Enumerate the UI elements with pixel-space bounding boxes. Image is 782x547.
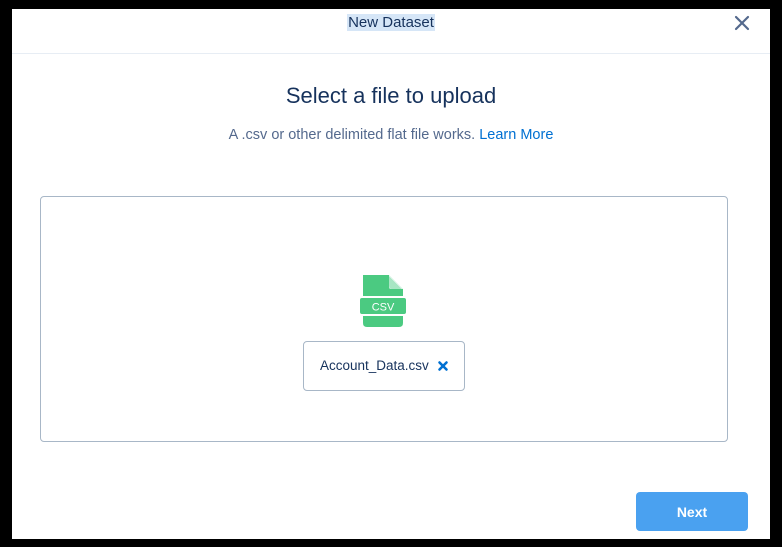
modal-title-text: New Dataset xyxy=(347,14,435,31)
remove-file-button[interactable] xyxy=(436,359,450,373)
description-text: A .csv or other delimited flat file work… xyxy=(228,127,476,143)
selected-file-pill: Account_Data.csv xyxy=(303,341,465,391)
file-dropzone[interactable]: CSV Account_Data.csv xyxy=(40,196,728,442)
upload-heading: Select a file to upload xyxy=(285,83,497,108)
next-button[interactable]: Next xyxy=(636,492,748,531)
remove-file-icon xyxy=(438,361,448,371)
modal-title: New Dataset xyxy=(12,13,770,33)
csv-file-icon: CSV xyxy=(359,275,408,327)
csv-icon-label: CSV xyxy=(372,302,395,314)
modal-header: New Dataset xyxy=(12,9,770,54)
close-button[interactable] xyxy=(732,13,752,33)
selected-file-name: Account_Data.csv xyxy=(320,358,429,373)
upload-description: A .csv or other delimited flat file work… xyxy=(12,126,770,144)
learn-more-link[interactable]: Learn More xyxy=(479,127,553,143)
close-icon xyxy=(734,15,750,31)
new-dataset-modal: New Dataset Select a file to upload A .c… xyxy=(12,9,770,539)
